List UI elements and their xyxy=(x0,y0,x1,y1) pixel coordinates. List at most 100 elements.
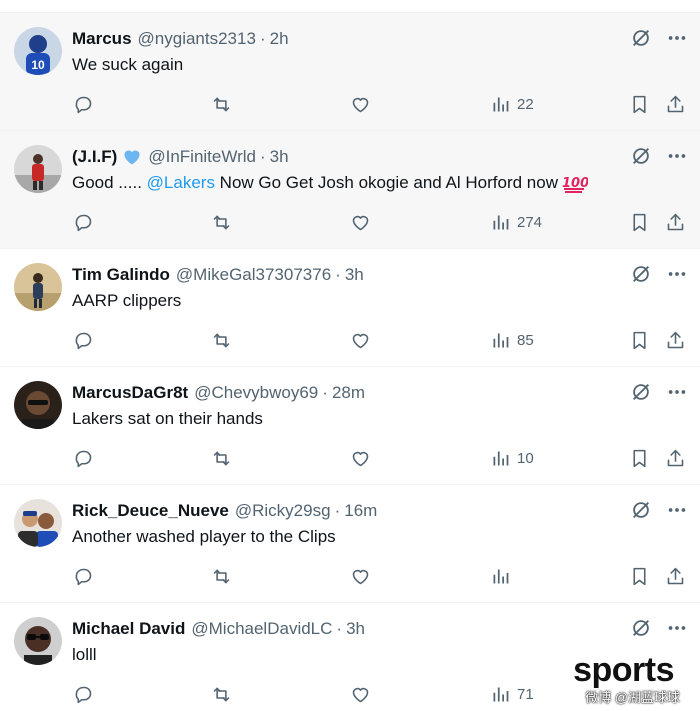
tweet-item[interactable]: (J.I.F) @InFiniteWrld · 3h Good ..... @L… xyxy=(0,131,700,249)
user-handle[interactable]: @Ricky29sg xyxy=(235,501,331,521)
tweet-actions xyxy=(72,565,692,589)
grok-icon[interactable] xyxy=(630,381,652,403)
reply-button[interactable] xyxy=(72,211,94,233)
views-chart-icon xyxy=(489,93,511,115)
avatar[interactable] xyxy=(14,381,62,429)
retweet-button[interactable] xyxy=(210,329,232,351)
more-icon[interactable] xyxy=(666,145,688,167)
share-icon xyxy=(664,329,686,351)
svg-text:10: 10 xyxy=(31,58,45,72)
bookmark-button[interactable] xyxy=(628,93,650,115)
bookmark-button[interactable] xyxy=(628,565,650,587)
display-name[interactable]: Tim Galindo xyxy=(72,265,170,285)
user-handle[interactable]: @MikeGal37307376 xyxy=(176,265,331,285)
separator-dot: · xyxy=(259,29,266,48)
user-handle[interactable]: @MichaelDavidLC xyxy=(191,619,332,639)
avatar[interactable]: 10 xyxy=(14,27,62,75)
bookmark-button[interactable] xyxy=(628,211,650,233)
tweet-text-prefix: Good ..... xyxy=(72,173,147,192)
timestamp[interactable]: 3h xyxy=(345,265,364,285)
share-button[interactable] xyxy=(664,447,686,469)
heart-icon xyxy=(349,565,371,587)
grok-icon[interactable] xyxy=(630,27,652,49)
more-icon[interactable] xyxy=(666,499,688,521)
avatar-image xyxy=(14,617,62,665)
display-name[interactable]: Rick_Deuce_Nueve xyxy=(72,501,229,521)
like-button[interactable] xyxy=(349,565,371,587)
tweet-item[interactable]: 10 Marcus @nygiants2313 · 2h We suck aga… xyxy=(0,13,700,131)
display-name[interactable]: (J.I.F) xyxy=(72,147,117,167)
tweet-actions: 274 xyxy=(72,211,692,235)
avatar[interactable] xyxy=(14,145,62,193)
reply-icon xyxy=(72,329,94,351)
like-button[interactable] xyxy=(349,683,371,705)
avatar-image: 10 xyxy=(14,27,62,75)
grok-icon[interactable] xyxy=(630,617,652,639)
timestamp[interactable]: 3h xyxy=(346,619,365,639)
more-icon[interactable] xyxy=(666,27,688,49)
views-button[interactable]: 10 xyxy=(489,447,534,469)
share-icon xyxy=(664,565,686,587)
views-count: 71 xyxy=(517,685,534,703)
tweet-item[interactable]: Rick_Deuce_Nueve @Ricky29sg · 16m Anothe… xyxy=(0,485,700,603)
like-button[interactable] xyxy=(349,93,371,115)
share-button[interactable] xyxy=(664,329,686,351)
bookmark-button[interactable] xyxy=(628,329,650,351)
retweet-button[interactable] xyxy=(210,93,232,115)
user-handle[interactable]: @InFiniteWrld xyxy=(148,147,256,167)
views-button[interactable]: 85 xyxy=(489,329,534,351)
share-button[interactable] xyxy=(664,565,686,587)
timestamp[interactable]: 2h xyxy=(270,29,289,49)
retweet-button[interactable] xyxy=(210,683,232,705)
grok-icon[interactable] xyxy=(630,145,652,167)
tweet-text-suffix: Now Go Get Josh okogie and Al Horford no… xyxy=(214,173,558,192)
mention-link[interactable]: @Lakers xyxy=(147,173,215,193)
display-name[interactable]: Marcus xyxy=(72,29,132,49)
bookmark-icon xyxy=(628,565,650,587)
avatar[interactable] xyxy=(14,263,62,311)
tweet-text: Another washed player to the Clips xyxy=(72,527,336,546)
tweet-item[interactable]: Tim Galindo @MikeGal37307376 · 3h AARP c… xyxy=(0,249,700,367)
timestamp[interactable]: 3h xyxy=(270,147,289,167)
more-icon[interactable] xyxy=(666,617,688,639)
retweet-button[interactable] xyxy=(210,447,232,469)
reply-button[interactable] xyxy=(72,447,94,469)
share-button[interactable] xyxy=(664,211,686,233)
avatar[interactable] xyxy=(14,617,62,665)
views-button[interactable]: 274 xyxy=(489,211,542,233)
timestamp[interactable]: 16m xyxy=(344,501,377,521)
watermark-caption: 微博 @湖蓝球球 xyxy=(585,690,680,705)
more-icon[interactable] xyxy=(666,263,688,285)
tweet-text: We suck again xyxy=(72,55,184,74)
like-button[interactable] xyxy=(349,329,371,351)
views-button[interactable]: 71 xyxy=(489,683,534,705)
reply-button[interactable] xyxy=(72,565,94,587)
timestamp[interactable]: 28m xyxy=(332,383,365,403)
grok-icon[interactable] xyxy=(630,263,652,285)
separator-dot: · xyxy=(259,147,266,166)
share-button[interactable] xyxy=(664,93,686,115)
reply-button[interactable] xyxy=(72,93,94,115)
like-button[interactable] xyxy=(349,447,371,469)
heart-icon xyxy=(349,93,371,115)
reply-button[interactable] xyxy=(72,683,94,705)
grok-icon[interactable] xyxy=(630,499,652,521)
separator-dot: · xyxy=(335,265,341,284)
bookmark-button[interactable] xyxy=(628,447,650,469)
tweet-item[interactable]: MarcusDaGr8t @Chevybwoy69 · 28m Lakers s… xyxy=(0,367,700,485)
reply-icon xyxy=(72,447,94,469)
display-name[interactable]: MarcusDaGr8t xyxy=(72,383,188,403)
share-icon xyxy=(664,93,686,115)
like-button[interactable] xyxy=(349,211,371,233)
user-handle[interactable]: @nygiants2313 xyxy=(138,29,256,49)
views-button[interactable] xyxy=(489,565,517,587)
retweet-button[interactable] xyxy=(210,565,232,587)
display-name[interactable]: Michael David xyxy=(72,619,185,639)
retweet-button[interactable] xyxy=(210,211,232,233)
more-icon[interactable] xyxy=(666,381,688,403)
reply-button[interactable] xyxy=(72,329,94,351)
avatar[interactable] xyxy=(14,499,62,547)
tweet-header: Rick_Deuce_Nueve @Ricky29sg · 16m xyxy=(72,499,377,523)
user-handle[interactable]: @Chevybwoy69 xyxy=(194,383,318,403)
views-button[interactable]: 22 xyxy=(489,93,534,115)
